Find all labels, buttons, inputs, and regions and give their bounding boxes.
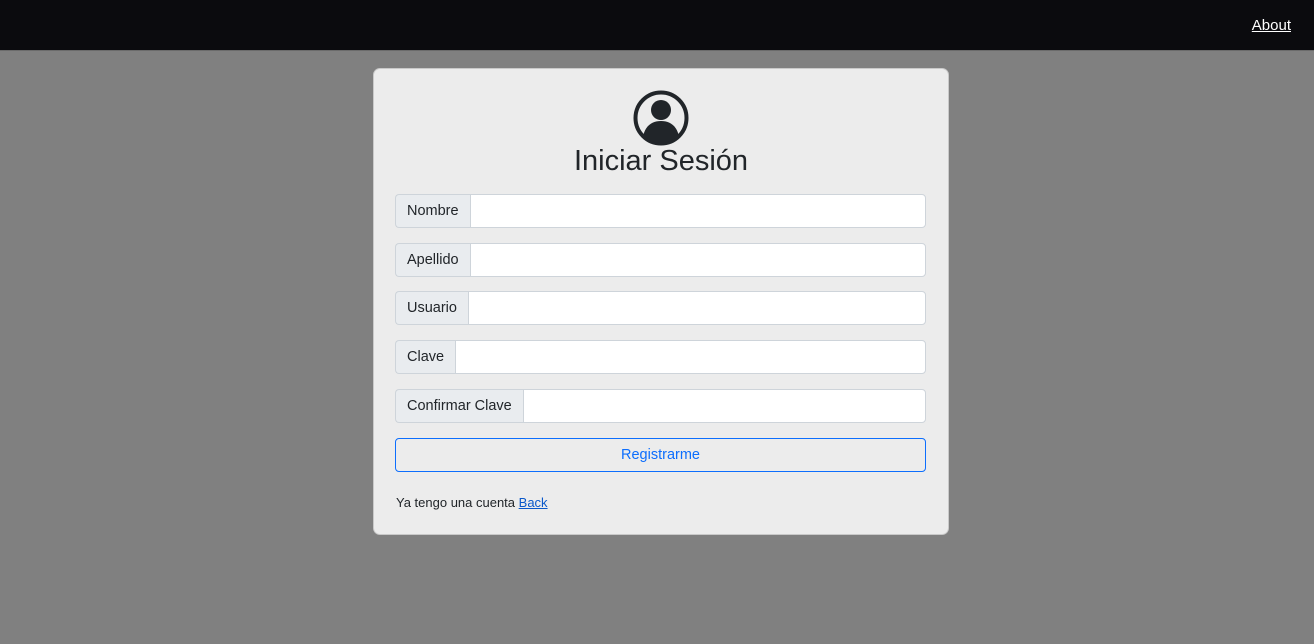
nombre-label: Nombre bbox=[395, 194, 470, 228]
nombre-group: Nombre bbox=[395, 194, 926, 228]
register-button[interactable]: Registrarme bbox=[395, 438, 926, 472]
login-prompt: Ya tengo una cuenta Back bbox=[396, 495, 548, 510]
clave-group: Clave bbox=[395, 340, 926, 374]
apellido-group: Apellido bbox=[395, 243, 926, 277]
user-circle-icon bbox=[633, 90, 689, 146]
usuario-group: Usuario bbox=[395, 291, 926, 325]
login-prompt-text: Ya tengo una cuenta bbox=[396, 495, 516, 510]
page-title: Iniciar Sesión bbox=[573, 145, 749, 177]
confirmar-clave-group: Confirmar Clave bbox=[395, 389, 926, 423]
nombre-input[interactable] bbox=[469, 194, 926, 228]
apellido-label: Apellido bbox=[395, 243, 470, 277]
clave-input[interactable] bbox=[455, 340, 926, 374]
register-card: Iniciar Sesión Nombre Apellido Usuario C… bbox=[373, 68, 949, 535]
confirmar-clave-label: Confirmar Clave bbox=[395, 389, 523, 423]
confirmar-clave-input[interactable] bbox=[522, 389, 926, 423]
apellido-input[interactable] bbox=[469, 243, 926, 277]
about-link[interactable]: About bbox=[1252, 17, 1291, 34]
clave-label: Clave bbox=[395, 340, 456, 374]
usuario-label: Usuario bbox=[395, 291, 468, 325]
top-navbar: About bbox=[0, 0, 1314, 51]
back-link[interactable]: Back bbox=[519, 495, 548, 510]
usuario-input[interactable] bbox=[467, 291, 926, 325]
